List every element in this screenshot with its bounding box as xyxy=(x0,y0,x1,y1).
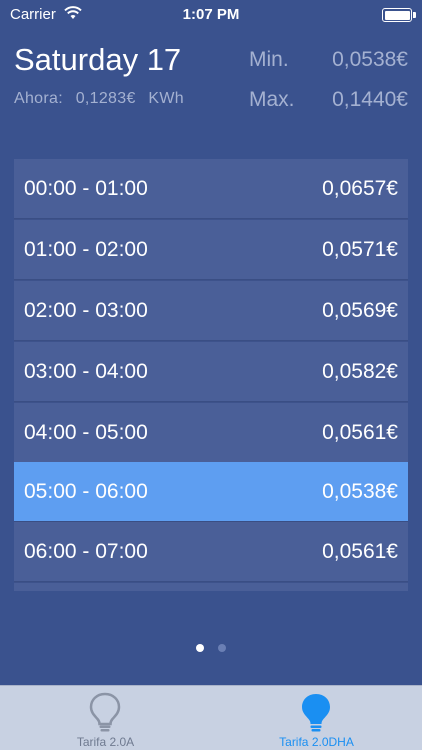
hour-price: 0,0569€ xyxy=(322,299,398,322)
hour-range: 06:00 - 07:00 xyxy=(24,540,148,563)
now-unit: KWh xyxy=(148,90,184,107)
battery-icon xyxy=(382,8,416,22)
tab-tarifa-2-0dha[interactable]: Tarifa 2.0DHA xyxy=(211,686,422,750)
lightbulb-icon xyxy=(297,691,335,733)
hour-range: 01:00 - 02:00 xyxy=(24,238,148,261)
hour-range: 03:00 - 04:00 xyxy=(24,360,148,383)
header: Saturday 17 Ahora: 0,1283€ KWh Min. 0,05… xyxy=(0,40,422,120)
hour-range: 02:00 - 03:00 xyxy=(24,299,148,322)
status-bar: Carrier 1:07 PM xyxy=(0,0,422,30)
now-value: 0,1283€ xyxy=(75,90,136,107)
now-label: Ahora: xyxy=(14,90,63,107)
list-item[interactable]: 01:00 - 02:00 0,0571€ xyxy=(14,220,408,280)
max-value: 0,1440€ xyxy=(332,88,408,111)
min-label: Min. xyxy=(249,48,289,71)
list-item[interactable]: 02:00 - 03:00 0,0569€ xyxy=(14,281,408,341)
hour-price: 0,0657€ xyxy=(322,177,398,200)
hour-range: 00:00 - 01:00 xyxy=(24,177,148,200)
day-title: Saturday 17 xyxy=(14,42,182,77)
min-value: 0,0538€ xyxy=(332,48,408,71)
list-item[interactable]: 00:00 - 01:00 0,0657€ xyxy=(14,159,408,219)
hour-range: 04:00 - 05:00 xyxy=(24,421,148,444)
hour-price: 0,0561€ xyxy=(322,421,398,444)
tab-tarifa-2-0a[interactable]: Tarifa 2.0A xyxy=(0,686,211,750)
max-label: Max. xyxy=(249,88,295,111)
status-time: 1:07 PM xyxy=(182,6,240,23)
hour-price: 0,0582€ xyxy=(322,360,398,383)
current-price-row: Ahora: 0,1283€ KWh xyxy=(14,90,192,108)
page-dot-active[interactable] xyxy=(195,644,204,652)
list-item[interactable]: 03:00 - 04:00 0,0582€ xyxy=(14,342,408,402)
tab-label: Tarifa 2.0DHA xyxy=(279,735,354,749)
hour-price: 0,0571€ xyxy=(322,238,398,261)
page-dot[interactable] xyxy=(218,644,227,652)
lightbulb-icon xyxy=(86,691,124,733)
tab-bar: Tarifa 2.0A Tarifa 2.0DHA xyxy=(0,685,422,750)
list-item-selected[interactable]: 05:00 - 06:00 0,0538€ xyxy=(14,462,408,522)
list-item[interactable]: 04:00 - 05:00 0,0561€ xyxy=(14,403,408,463)
hour-price: 0,0538€ xyxy=(322,480,398,503)
hourly-price-list[interactable]: 00:00 - 01:00 0,0657€ 01:00 - 02:00 0,05… xyxy=(14,159,408,591)
hour-range: 05:00 - 06:00 xyxy=(24,480,148,503)
list-item[interactable]: 06:00 - 07:00 0,0561€ xyxy=(14,522,408,582)
hour-price: 0,0561€ xyxy=(322,540,398,563)
list-item[interactable] xyxy=(14,583,408,591)
page-indicator[interactable] xyxy=(0,639,422,657)
tab-label: Tarifa 2.0A xyxy=(76,735,135,749)
